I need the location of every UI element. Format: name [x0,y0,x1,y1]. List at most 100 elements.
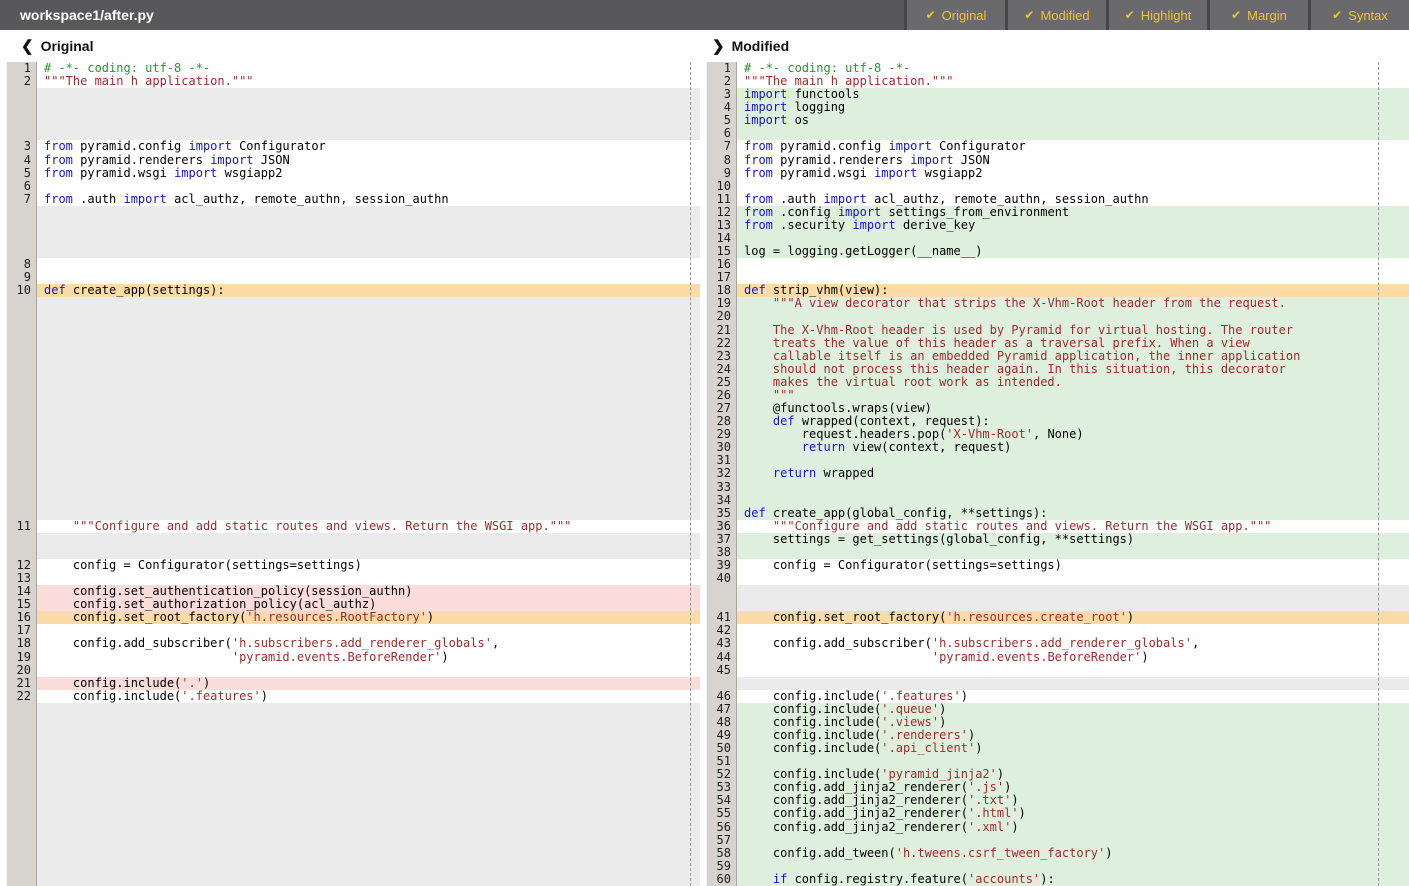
code-text[interactable] [737,572,1409,585]
code-line: 30 return view(context, request) [700,441,1409,454]
modified-pane[interactable]: 1# -*- coding: utf-8 -*-2"""The main h a… [700,62,1409,886]
original-pane[interactable]: 1# -*- coding: utf-8 -*-2"""The main h a… [0,62,700,886]
code-text[interactable]: log = logging.getLogger(__name__) [737,245,1409,258]
code-line: 19 """A view decorator that strips the X… [700,297,1409,310]
line-number: 7 [6,193,37,206]
line-number: 10 [6,284,37,297]
line-number: 44 [706,651,737,664]
diff-gap-filler [0,454,700,467]
checkmark-icon: ✔ [1024,8,1034,22]
code-text[interactable]: from pyramid.wsgi import wsgiapp2 [737,167,1409,180]
filler-cell [37,363,700,376]
filler-cell [37,219,700,232]
code-text[interactable]: """A view decorator that strips the X-Vh… [737,297,1409,310]
line-number [6,703,37,886]
diff-gap-filler [0,206,700,219]
line-number: 1 [706,62,737,75]
line-number: 21 [6,677,37,690]
code-text[interactable]: from .security import derive_key [737,219,1409,232]
code-text[interactable]: config = Configurator(settings=settings) [37,559,700,572]
line-number: 12 [706,206,737,219]
toolbar-button-modified[interactable]: ✔Modified [1005,0,1106,30]
diff-gap-filler [0,219,700,232]
code-text[interactable]: from pyramid.wsgi import wsgiapp2 [37,167,700,180]
code-text[interactable]: if config.registry.feature('accounts'): [737,873,1409,886]
line-number: 6 [6,180,37,193]
diff-gap-filler [0,297,700,310]
code-text[interactable] [737,481,1409,494]
line-number: 9 [706,167,737,180]
code-line: 2"""The main h application.""" [0,75,700,88]
code-text[interactable] [737,258,1409,271]
code-line: 16 config.set_root_factory('h.resources.… [0,611,700,624]
line-number [6,245,37,258]
filler-cell [37,402,700,415]
diff-gap-filler [0,324,700,337]
diff-gap-filler [0,415,700,428]
code-text[interactable]: 'pyramid.events.BeforeRender') [737,651,1409,664]
toolbar-button-label: Original [942,8,987,23]
window-title: workspace1/after.py [0,0,904,30]
code-text[interactable]: config = Configurator(settings=settings) [737,559,1409,572]
toolbar-button-label: Highlight [1141,8,1192,23]
code-text[interactable]: config.include('.api_client') [737,742,1409,755]
line-number: 38 [706,546,737,559]
toolbar-button-margin[interactable]: ✔ Margin [1207,0,1308,30]
line-number: 20 [706,310,737,323]
line-number: 33 [706,481,737,494]
checkmark-icon: ✔ [926,8,936,22]
line-number [6,127,37,140]
line-number: 35 [706,507,737,520]
code-text[interactable]: return view(context, request) [737,441,1409,454]
code-text[interactable]: import logging [737,101,1409,114]
line-number [6,546,37,559]
filler-cell [37,245,700,258]
line-number: 2 [706,75,737,88]
chevron-right-icon: ❯ [712,37,725,55]
line-number: 8 [706,154,737,167]
code-text[interactable]: return wrapped [737,467,1409,480]
filler-cell [37,232,700,245]
diff-gap-filler [0,245,700,258]
line-number [6,415,37,428]
line-number [6,428,37,441]
diff-gap-filler [0,363,700,376]
line-number [6,324,37,337]
diff-gap-filler [0,376,700,389]
diff-gap-filler [0,310,700,323]
filler-cell [37,206,700,219]
line-number: 60 [706,873,737,886]
line-number: 4 [706,101,737,114]
chevron-left-icon: ❮ [21,37,34,55]
code-text[interactable]: config.set_root_factory('h.resources.cre… [737,611,1409,624]
code-text[interactable]: config.add_tween('h.tweens.csrf_tween_fa… [737,847,1409,860]
line-number [6,114,37,127]
code-text[interactable]: from .auth import acl_authz, remote_auth… [37,193,700,206]
toolbar-button-label: Margin [1247,8,1287,23]
filler-cell [37,533,700,546]
code-text[interactable] [37,258,700,271]
checkmark-icon: ✔ [1231,8,1241,22]
code-text[interactable]: """Configure and add static routes and v… [37,520,700,533]
code-line: 44 'pyramid.events.BeforeRender') [700,651,1409,664]
line-number: 45 [706,664,737,677]
toolbar-button-highlight[interactable]: ✔Highlight [1106,0,1207,30]
code-text[interactable]: import os [737,114,1409,127]
code-text[interactable]: makes the virtual root work as intended. [737,376,1409,389]
line-number: 21 [706,324,737,337]
code-text[interactable]: config.include('.features') [37,690,700,703]
diff-gap-filler [0,114,700,127]
code-text[interactable]: 'pyramid.events.BeforeRender') [37,651,700,664]
toolbar-button-original[interactable]: ✔ Original [904,0,1005,30]
code-text[interactable]: config.add_jinja2_renderer('.xml') [737,821,1409,834]
pane-header-modified-label: Modified [732,38,790,54]
code-text[interactable]: settings = get_settings(global_config, *… [737,533,1409,546]
line-number: 32 [706,467,737,480]
toolbar-button-syntax[interactable]: ✔Syntax [1308,0,1409,30]
line-number: 3 [706,88,737,101]
line-number: 11 [706,193,737,206]
code-text[interactable]: """The main h application.""" [37,75,700,88]
code-text[interactable]: def create_app(settings): [37,284,700,297]
code-text[interactable] [737,664,1409,677]
code-text[interactable]: config.set_root_factory('h.resources.Roo… [37,611,700,624]
